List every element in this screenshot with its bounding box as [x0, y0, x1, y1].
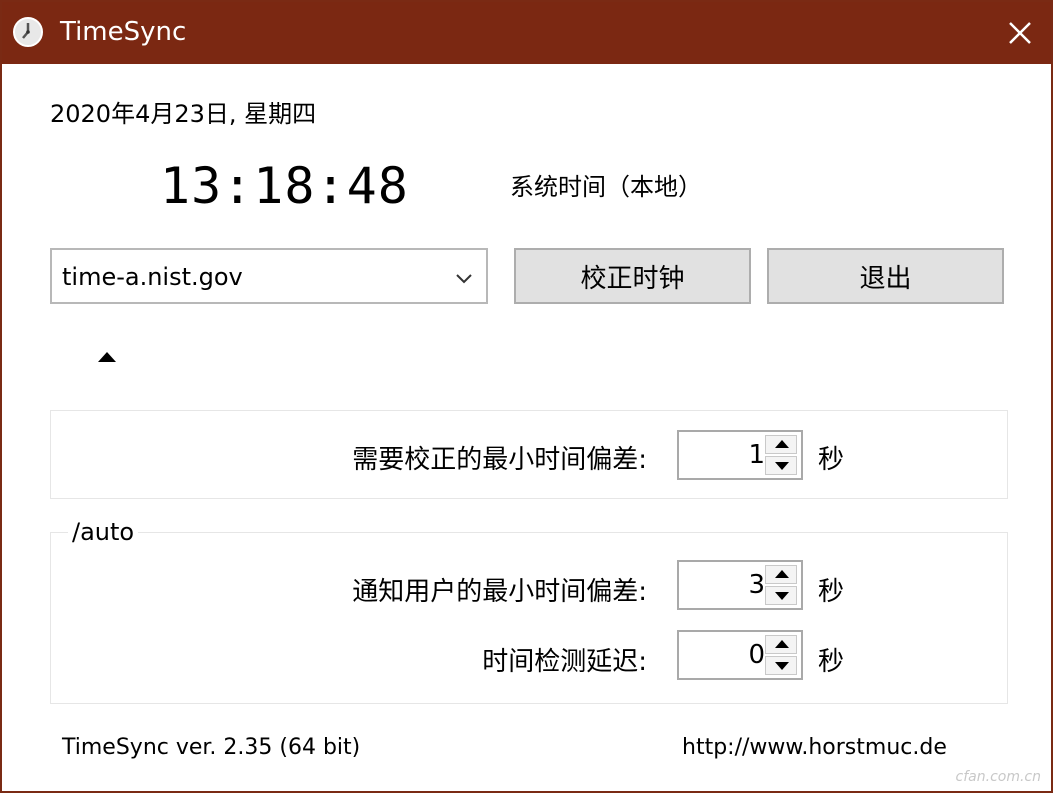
spin-down-icon: [775, 462, 789, 470]
check-delay-value[interactable]: 0: [679, 638, 765, 672]
window-title: TimeSync: [60, 17, 187, 47]
chevron-down-icon: [456, 274, 472, 284]
spin-up-icon: [775, 640, 789, 648]
spin-down-icon: [775, 662, 789, 670]
min-correction-spinner[interactable]: 1: [677, 430, 803, 480]
min-correction-unit: 秒: [818, 445, 845, 475]
clock-time: 13:18:48: [160, 157, 409, 215]
collapse-arrow-icon[interactable]: [98, 352, 116, 362]
close-icon: [1009, 22, 1031, 44]
version-label: TimeSync ver. 2.35 (64 bit): [62, 735, 361, 760]
min-notify-spinner[interactable]: 3: [677, 560, 803, 610]
spin-up-icon: [775, 440, 789, 448]
spin-up-button[interactable]: [765, 435, 797, 454]
spin-down-icon: [775, 592, 789, 600]
spin-down-button[interactable]: [765, 586, 797, 605]
website-link[interactable]: http://www.horstmuc.de: [682, 732, 947, 764]
auto-group-label: /auto: [68, 514, 139, 550]
spin-down-button[interactable]: [765, 656, 797, 675]
clock-caption: 系统时间（本地）: [510, 173, 702, 201]
server-select[interactable]: time-a.nist.gov: [50, 248, 488, 304]
exit-button[interactable]: 退出: [767, 248, 1004, 304]
clock-icon: [13, 17, 43, 47]
sync-clock-button[interactable]: 校正时钟: [514, 248, 751, 304]
title-bar[interactable]: TimeSync: [2, 2, 1051, 64]
check-delay-label: 时间检测延迟:: [482, 647, 647, 677]
close-button[interactable]: [1003, 14, 1037, 52]
timesync-window: TimeSync 2020年4月23日, 星期四 13:18:48 系统时间（本…: [0, 0, 1053, 793]
min-correction-label: 需要校正的最小时间偏差:: [352, 445, 647, 475]
check-delay-spinner[interactable]: 0: [677, 630, 803, 680]
spin-up-button[interactable]: [765, 565, 797, 584]
min-correction-value[interactable]: 1: [679, 438, 765, 472]
check-delay-unit: 秒: [818, 647, 845, 677]
spin-up-button[interactable]: [765, 635, 797, 654]
min-notify-value[interactable]: 3: [679, 568, 765, 602]
watermark: cfan.com.cn: [955, 769, 1041, 785]
server-select-value: time-a.nist.gov: [62, 263, 243, 291]
spin-up-icon: [775, 570, 789, 578]
date-label: 2020年4月23日, 星期四: [50, 100, 317, 128]
min-notify-unit: 秒: [818, 577, 845, 607]
spin-down-button[interactable]: [765, 456, 797, 475]
min-notify-label: 通知用户的最小时间偏差:: [352, 577, 647, 607]
